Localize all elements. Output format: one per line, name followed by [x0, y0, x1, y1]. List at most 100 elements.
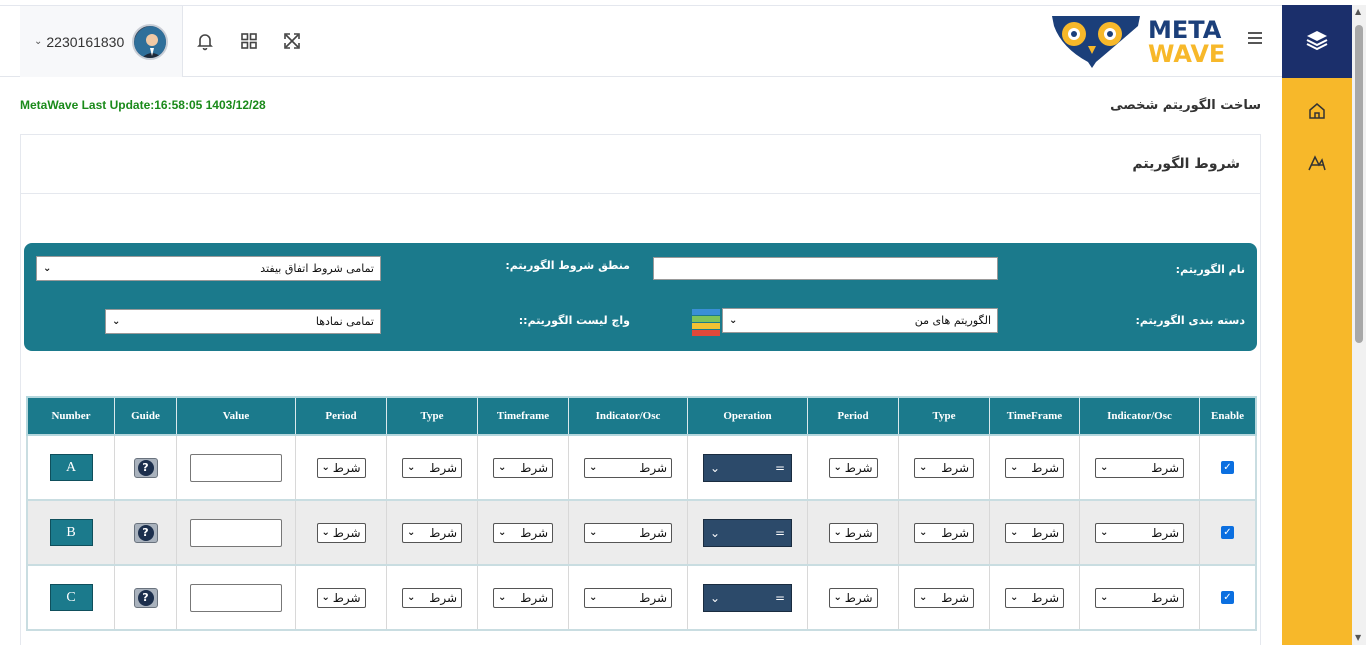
metawave-logo[interactable]: META WAVE: [1048, 12, 1232, 70]
logo-text-bottom: WAVE: [1148, 40, 1225, 68]
operation-select[interactable]: ⌄ =: [703, 583, 792, 612]
indicator-select[interactable]: شرط ⌄: [584, 457, 672, 478]
period-select[interactable]: شرط ⌄: [316, 587, 366, 608]
enable-checkbox[interactable]: ✓: [1221, 526, 1234, 539]
indicator-select[interactable]: شرط ⌄: [584, 522, 672, 543]
chevron-down-icon: ⌄: [589, 592, 598, 603]
operation-select[interactable]: ⌄ =: [703, 453, 792, 482]
chart-icon[interactable]: [1304, 150, 1330, 176]
indicator-select[interactable]: شرط ⌄: [1095, 522, 1184, 543]
grid-icon[interactable]: [238, 30, 260, 52]
category-color-icon[interactable]: [692, 309, 720, 336]
page-scrollbar[interactable]: ▲ ▼: [1352, 5, 1366, 645]
chevron-down-icon: ⌄: [710, 525, 721, 540]
chevron-down-icon: ⌄: [498, 592, 507, 603]
period-select[interactable]: شرط ⌄: [828, 522, 878, 543]
period-select[interactable]: شرط ⌄: [316, 457, 366, 478]
enable-checkbox[interactable]: ✓: [1221, 461, 1234, 474]
type-select[interactable]: شرط ⌄: [402, 522, 462, 543]
th-period-left: Period: [807, 398, 898, 434]
scroll-down-icon[interactable]: ▼: [1355, 633, 1361, 642]
table-header: Number Guide Value Period Type Timeframe…: [26, 396, 1257, 436]
chevron-down-icon: ⌄: [321, 592, 330, 603]
row-number-button[interactable]: C: [49, 584, 93, 611]
avatar[interactable]: [132, 23, 169, 60]
sidebar-header: [1282, 5, 1352, 78]
guide-button[interactable]: ?: [133, 457, 158, 478]
guide-button[interactable]: ?: [133, 587, 158, 608]
last-update-text: MetaWave Last Update:16:58:05 1403/12/28: [20, 98, 266, 112]
fullscreen-icon[interactable]: [281, 30, 303, 52]
timeframe-select[interactable]: شرط ⌄: [493, 522, 553, 543]
th-indicator-right: Indicator/Osc: [568, 398, 687, 434]
layers-icon[interactable]: [1305, 28, 1329, 56]
chevron-down-icon: ⌄: [833, 462, 842, 473]
th-guide: Guide: [114, 398, 176, 434]
timeframe-select[interactable]: شرط ⌄: [493, 587, 553, 608]
type-select[interactable]: شرط ⌄: [402, 457, 462, 478]
help-icon: ?: [137, 524, 154, 541]
top-header: ⌄ 2230161830 META WAVE: [0, 6, 1282, 77]
category-label: دسته بندی الگوریتم:: [1135, 314, 1245, 327]
th-period-right: Period: [295, 398, 386, 434]
chevron-down-icon: ⌄: [710, 460, 721, 475]
scroll-up-icon[interactable]: ▲: [1355, 7, 1361, 16]
chevron-down-icon: ⌄: [498, 462, 507, 473]
bell-icon[interactable]: [194, 30, 216, 52]
chevron-down-icon: ⌄: [1100, 462, 1109, 473]
chevron-down-icon: ⌄: [1010, 592, 1019, 603]
scroll-thumb[interactable]: [1355, 25, 1363, 343]
indicator-select[interactable]: شرط ⌄: [1095, 457, 1184, 478]
chevron-down-icon: ⌄: [729, 315, 738, 326]
th-operation: Operation: [687, 398, 807, 434]
guide-button[interactable]: ?: [133, 522, 158, 543]
value-input[interactable]: [190, 518, 282, 547]
chevron-down-icon: ⌄: [833, 527, 842, 538]
indicator-select[interactable]: شرط ⌄: [584, 587, 672, 608]
timeframe-select[interactable]: شرط ⌄: [1005, 522, 1064, 543]
value-input[interactable]: [190, 453, 282, 482]
type-select[interactable]: شرط ⌄: [914, 457, 974, 478]
th-timeframe-left: TimeFrame: [989, 398, 1079, 434]
chevron-down-icon: ⌄: [919, 462, 928, 473]
th-type-left: Type: [898, 398, 989, 434]
th-number: Number: [51, 410, 91, 422]
chevron-down-icon: ⌄: [1100, 527, 1109, 538]
th-indicator-left: Indicator/Osc: [1079, 398, 1199, 434]
row-number-button[interactable]: A: [49, 454, 93, 481]
type-select[interactable]: شرط ⌄: [914, 587, 974, 608]
category-select[interactable]: ⌄ الگوریتم های من: [722, 308, 998, 333]
period-select[interactable]: شرط ⌄: [828, 457, 878, 478]
help-icon: ?: [137, 589, 154, 606]
algo-name-label: نام الگوریتم:: [1175, 263, 1245, 276]
chevron-down-icon: ⌄: [919, 592, 928, 603]
logic-select[interactable]: ⌄ تمامی شروط اتفاق بیفتد: [36, 256, 381, 281]
enable-checkbox[interactable]: ✓: [1221, 591, 1234, 604]
value-input[interactable]: [190, 583, 282, 612]
type-select[interactable]: شرط ⌄: [402, 587, 462, 608]
user-menu[interactable]: ⌄ 2230161830: [20, 6, 183, 77]
period-select[interactable]: شرط ⌄: [828, 587, 878, 608]
chevron-down-icon: ⌄: [43, 263, 52, 274]
chevron-down-icon: ⌄: [112, 316, 121, 327]
period-select[interactable]: شرط ⌄: [316, 522, 366, 543]
chevron-down-icon: ⌄: [407, 462, 416, 473]
help-icon: ?: [137, 459, 154, 476]
indicator-select[interactable]: شرط ⌄: [1095, 587, 1184, 608]
th-type-right: Type: [386, 398, 477, 434]
timeframe-select[interactable]: شرط ⌄: [493, 457, 553, 478]
chevron-down-icon: ⌄: [407, 527, 416, 538]
menu-icon[interactable]: [1245, 28, 1267, 50]
logic-label: منطق شروط الگوریتم:: [505, 259, 630, 272]
type-select[interactable]: شرط ⌄: [914, 522, 974, 543]
algo-name-input[interactable]: [653, 257, 998, 280]
timeframe-select[interactable]: شرط ⌄: [1005, 587, 1064, 608]
chevron-down-icon: ⌄: [710, 590, 721, 605]
timeframe-select[interactable]: شرط ⌄: [1005, 457, 1064, 478]
home-icon[interactable]: [1304, 98, 1330, 124]
operation-select[interactable]: ⌄ =: [703, 518, 792, 547]
chevron-down-icon: ⌄: [1010, 527, 1019, 538]
watchlist-select[interactable]: ⌄ تمامی نمادها: [105, 309, 381, 334]
th-enable: Enable: [1199, 398, 1255, 434]
row-number-button[interactable]: B: [49, 519, 93, 546]
